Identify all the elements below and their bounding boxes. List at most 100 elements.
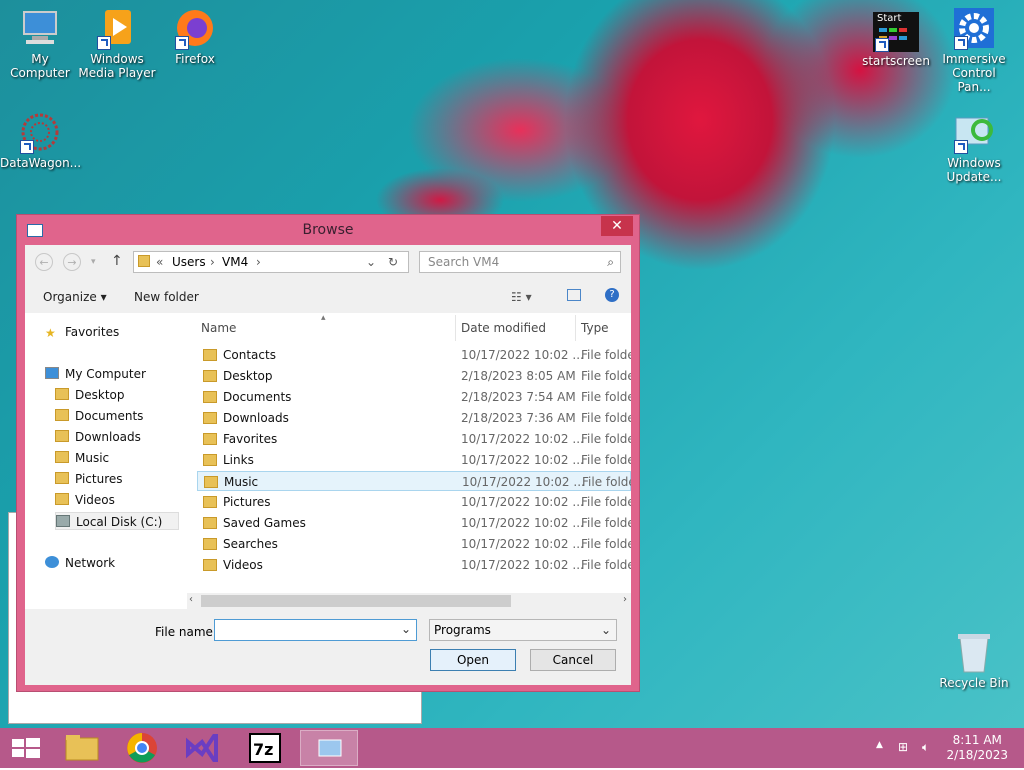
cell-name: Desktop <box>223 369 273 383</box>
open-button[interactable]: Open <box>430 649 516 671</box>
folder-icon <box>203 517 217 529</box>
taskbar-browse-dialog[interactable] <box>300 730 358 766</box>
folder-icon <box>203 559 217 571</box>
recent-locations-dropdown[interactable]: ▾ <box>91 257 96 267</box>
gear-icon <box>952 6 996 50</box>
cell-name: Videos <box>223 558 263 572</box>
network-tray-icon[interactable]: ⊞ <box>898 740 908 754</box>
refresh-icon[interactable]: ↻ <box>388 252 398 272</box>
folder-icon <box>203 496 217 508</box>
folder-icon <box>55 451 69 463</box>
forward-button[interactable]: → <box>63 253 81 271</box>
desktop-icon-control-panel[interactable]: Immersive Control Pan... <box>934 0 1014 94</box>
table-row[interactable]: Saved Games 10/17/2022 10:02 ... File fold… <box>197 513 631 533</box>
horizontal-scrollbar[interactable]: ‹ › <box>187 593 631 609</box>
desktop-icon-windows-update[interactable]: Windows Update... <box>934 104 1014 184</box>
close-button[interactable]: ✕ <box>601 216 633 236</box>
shortcut-arrow-icon <box>875 38 889 52</box>
folder-icon <box>203 454 217 466</box>
table-row[interactable]: Favorites 10/17/2022 10:02 ...File folder <box>197 429 631 449</box>
chevron-down-icon[interactable]: ⌄ <box>601 620 611 640</box>
taskbar-visual-studio[interactable] <box>176 730 228 766</box>
view-options-icon[interactable]: ☷ ▾ <box>511 290 532 304</box>
organize-button[interactable]: Organize ▾ <box>43 290 107 304</box>
help-icon[interactable]: ? <box>605 288 619 302</box>
cell-type: File folder <box>581 411 631 425</box>
cell-type: File folder <box>581 537 631 551</box>
table-row[interactable]: Desktop 2/18/2023 8:05 AM File folder <box>197 366 631 386</box>
nav-documents[interactable]: Documents <box>55 407 143 425</box>
shortcut-arrow-icon <box>175 36 189 50</box>
desktop-icon-datawagon[interactable]: DataWagon... <box>0 104 81 170</box>
folder-icon <box>204 476 218 488</box>
title-bar[interactable]: Browse ✕ <box>17 215 639 247</box>
column-header-date[interactable]: Date modified <box>461 321 546 335</box>
desktop-icon-recycle-bin[interactable]: Recycle Bin <box>934 624 1014 690</box>
desktop-icon-startscreen[interactable]: Start startscreen <box>856 0 936 68</box>
breadcrumb-users[interactable]: Users <box>172 252 206 272</box>
nav-favorites[interactable]: ★ Favorites <box>45 323 119 341</box>
table-row[interactable]: Pictures 10/17/2022 10:02 ...File folder <box>197 492 631 512</box>
up-arrow-icon[interactable]: ↑ <box>111 253 123 269</box>
search-icon[interactable]: ⌕ <box>607 252 614 272</box>
desktop-icon-firefox[interactable]: Firefox <box>155 0 235 66</box>
table-row[interactable]: Contacts 10/17/2022 10:02 ...File folder <box>197 345 631 365</box>
file-name-input[interactable]: ⌄ <box>214 619 417 641</box>
nav-network[interactable]: Network <box>45 554 115 572</box>
table-row[interactable]: Music 10/17/2022 10:02 ...File folder <box>197 471 631 491</box>
column-header-type[interactable]: Type <box>581 321 609 335</box>
search-box[interactable]: Search VM4 ⌕ <box>419 251 621 273</box>
table-row[interactable]: Searches 10/17/2022 10:02 ...File folder <box>197 534 631 554</box>
address-overflow[interactable]: « <box>156 252 163 272</box>
clock[interactable]: 8:11 AM 2/18/2023 <box>946 733 1008 763</box>
desktop-icon-my-computer[interactable]: My Computer <box>0 0 80 80</box>
table-row[interactable]: Documents 2/18/2023 7:54 AM File folder <box>197 387 631 407</box>
preview-pane-icon[interactable] <box>567 289 581 301</box>
nav-downloads[interactable]: Downloads <box>55 428 141 446</box>
cancel-button[interactable]: Cancel <box>530 649 616 671</box>
scroll-left-icon[interactable]: ‹ <box>189 594 193 605</box>
folder-icon <box>55 472 69 484</box>
chevron-down-icon[interactable]: ⌄ <box>401 622 411 636</box>
nav-local-disk[interactable]: Local Disk (C:) <box>55 512 179 530</box>
svg-text:7z: 7z <box>253 740 273 759</box>
recycle-bin-icon <box>952 630 996 674</box>
new-folder-button[interactable]: New folder <box>134 290 199 304</box>
desktop-icon-windows-media-player[interactable]: Windows Media Player <box>77 0 157 80</box>
scroll-right-icon[interactable]: › <box>623 594 627 605</box>
taskbar: 7z ▲ ⊞ 🔈︎ 8:11 AM 2/18/2023 <box>0 728 1024 768</box>
start-button[interactable] <box>0 730 52 766</box>
nav-videos[interactable]: Videos <box>55 491 115 509</box>
cell-name: Pictures <box>223 495 271 509</box>
startscreen-icon: Start <box>873 12 919 52</box>
nav-pictures[interactable]: Pictures <box>55 470 123 488</box>
taskbar-file-explorer[interactable] <box>56 730 108 766</box>
column-header-name[interactable]: Name <box>201 321 236 335</box>
taskbar-chrome[interactable] <box>116 730 168 766</box>
nav-my-computer[interactable]: My Computer <box>45 365 146 383</box>
table-row[interactable]: Links 10/17/2022 10:02 ...File folder <box>197 450 631 470</box>
nav-music[interactable]: Music <box>55 449 109 467</box>
column-divider[interactable] <box>575 315 576 341</box>
volume-icon[interactable]: 🔈︎ <box>922 740 929 755</box>
table-row[interactable]: Downloads 2/18/2023 7:36 AM File folder <box>197 408 631 428</box>
cell-type: File folder <box>582 475 631 489</box>
table-row[interactable]: Videos 10/17/2022 10:02 ...File folder <box>197 555 631 575</box>
taskbar-7zip[interactable]: 7z <box>240 730 292 766</box>
show-hidden-icons[interactable]: ▲ <box>876 740 883 750</box>
chevron-down-icon[interactable]: ⌄ <box>366 252 376 272</box>
address-bar[interactable]: « Users › VM4 › ⌄ ↻ <box>133 251 409 273</box>
back-button[interactable]: ← <box>35 253 53 271</box>
computer-icon <box>18 6 62 50</box>
chevron-right-icon[interactable]: › <box>210 252 215 272</box>
chevron-right-icon[interactable]: › <box>256 252 261 272</box>
breadcrumb-vm4[interactable]: VM4 <box>222 252 248 272</box>
nav-desktop[interactable]: Desktop <box>55 386 125 404</box>
scrollbar-thumb[interactable] <box>201 595 511 607</box>
desktop-icon-label: Recycle Bin <box>939 676 1009 690</box>
cell-type: File folder <box>581 390 631 404</box>
column-divider[interactable] <box>455 315 456 341</box>
desktop-icon-label: startscreen <box>862 54 930 68</box>
file-type-select[interactable]: Programs ⌄ <box>429 619 617 641</box>
7zip-icon: 7z <box>249 733 281 763</box>
